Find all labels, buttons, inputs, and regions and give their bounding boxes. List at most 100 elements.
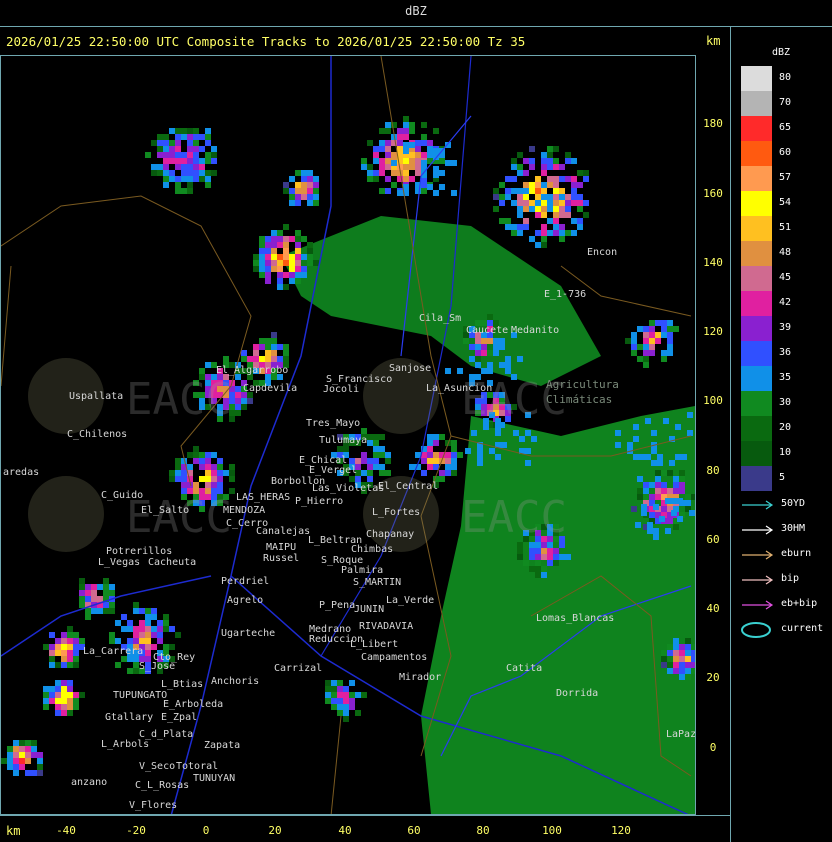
radar-map[interactable]: EACC EACC EACC EACC Agricultura Climáticas Us… [0,55,713,817]
x-axis-unit: km [6,824,21,838]
legend-swatch [741,441,772,466]
place-label: Medanito [511,325,559,336]
legend-swatch [741,416,772,441]
place-label: TUNUYAN [193,773,235,784]
x-tick-label: 20 [268,824,282,837]
y-tick-label: 0 [709,741,717,754]
place-label: Dorrida [556,688,598,699]
track-eb-bip-icon [740,597,776,611]
legend-swatch [741,216,772,241]
x-tick-label: -40 [56,824,76,837]
legend-value: 45 [779,272,792,283]
place-label: Cila_Sm [419,313,461,324]
track-label: 50YD [781,498,806,509]
legend-value: 35 [779,372,792,383]
place-label: C_L_Rosas [135,780,189,791]
place-label: E_Arboleda [163,699,223,710]
y-tick-label: 140 [703,256,723,269]
place-label: Potrerillos [106,546,172,557]
place-label: S_MARTIN [353,577,401,588]
track-30hm-icon [740,522,776,536]
place-label: Mirador [399,672,441,683]
track-label: current [781,623,824,634]
radar-display: dBZ 2026/01/25 22:50:00 UTC Composite Tr… [0,0,832,842]
legend-swatch [741,141,772,166]
legend-value: 42 [779,297,792,308]
y-axis-unit: km [706,34,721,48]
legend-value: 39 [779,322,792,333]
place-label: anzano [71,777,107,788]
legend-swatch [741,391,772,416]
watermark-text: EACC [126,374,232,425]
legend-swatch [741,466,772,491]
place-label: Caucete [466,325,508,336]
legend-value: 65 [779,122,792,133]
x-tick-label: 0 [202,824,210,837]
place-label: Las_Violetas [312,483,384,494]
place-label: LAS_HERAS [236,492,290,503]
place-label: L_Vegas [98,557,140,568]
place-label: MENDOZA [223,505,265,516]
place-label: Agrelo [227,595,263,606]
place-label: L_Btias [161,679,203,690]
place-label: El_Central [378,481,438,492]
place-label: Lomas_Blancas [536,613,614,624]
place-label: C_Chilenos [67,429,127,440]
legend-value: 57 [779,172,792,183]
place-label: TUPUNGATO [113,690,167,701]
legend-swatch [741,166,772,191]
legend-value: 70 [779,97,792,108]
place-label: Perdriel [221,576,269,587]
place-label: La_Carrera [83,646,143,657]
legend-swatch [741,291,772,316]
place-label: E_Zpal [161,712,197,723]
track-label: 30HM [781,523,806,534]
track-label: eb+bip [781,598,818,609]
place-label: Carrizal [274,663,322,674]
place-label: Catita [506,663,542,674]
place-label: El_Salto [141,505,189,516]
y-tick-label: 60 [706,533,720,546]
place-label: E_Vergel [309,465,357,476]
legend-swatch [741,116,772,141]
legend-swatch [741,316,772,341]
place-label: Chimbas [351,544,393,555]
track-current-icon [740,622,776,638]
watermark-subtext: Agricultura [546,378,619,391]
place-label: Totoral [176,761,218,772]
track-50yd-icon [740,497,776,511]
legend-swatch [741,366,772,391]
place-label: Campamentos [361,652,427,663]
place-label: P_Hierro [295,496,343,507]
top-divider [0,26,832,27]
place-label: LaPaz [666,729,695,740]
legend-swatch [741,241,772,266]
x-tick-label: 120 [611,824,631,837]
legend-value: 54 [779,197,792,208]
legend-value: 20 [779,422,792,433]
place-label: La_Verde [386,595,434,606]
radar-map-canvas: EACC EACCEACC EACCAgriculturaClimáticas Us… [0,55,713,817]
place-label: Tres_Mayo [306,418,360,429]
y-tick-label: 120 [703,325,723,338]
track-bip-icon [740,572,776,586]
place-label: Anchoris [211,676,259,687]
place-label: Jocoli [323,384,359,395]
panel-title: dBZ [405,4,427,18]
place-label: L_Fortes [372,507,420,518]
place-label: L_Arbols [101,739,149,750]
y-tick-label: 180 [703,117,723,130]
legend-swatch [741,191,772,216]
place-label: MAIPU [266,542,296,553]
track-eburn-icon [740,547,776,561]
legend-swatch [741,266,772,291]
composite-header: 2026/01/25 22:50:00 UTC Composite Tracks… [6,34,526,49]
legend-swatch [741,66,772,91]
place-label: Tulumaya [319,435,367,446]
place-label: Canalejas [256,526,310,537]
place-label: Russel [263,553,299,564]
place-label: Gtallary [105,712,153,723]
place-label: Chapanay [366,529,414,540]
legend-swatch [741,341,772,366]
y-tick-label: 100 [703,394,723,407]
